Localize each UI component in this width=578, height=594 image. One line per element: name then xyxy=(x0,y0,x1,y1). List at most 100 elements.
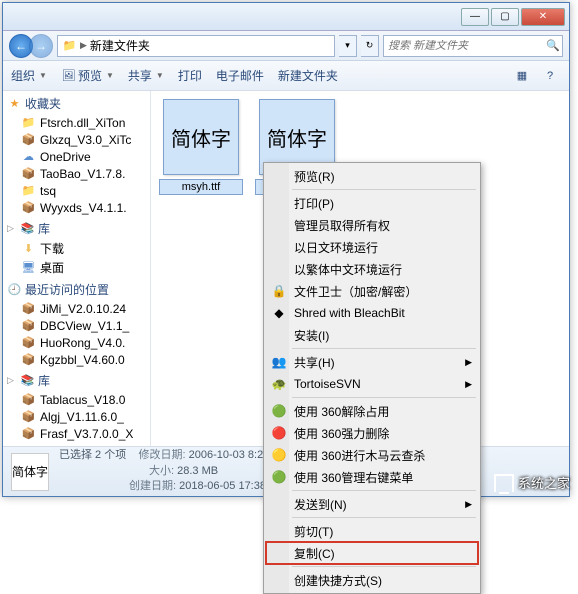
file-item[interactable]: 简体字msyh.ttf xyxy=(159,99,243,195)
menu-item-label: Shred with BleachBit xyxy=(294,306,405,320)
preview-icon: 🖼 xyxy=(61,68,76,83)
menu-item[interactable]: 安装(I) xyxy=(266,324,478,346)
archive-icon: 📦 xyxy=(21,335,36,350)
submenu-arrow-icon: ▶ xyxy=(465,379,472,390)
tree-item[interactable]: 🖥桌面 xyxy=(3,258,150,277)
onedrive-icon: ☁ xyxy=(21,149,36,164)
menu-item-icon: 🟢 xyxy=(270,468,288,486)
tree-libraries2-header[interactable]: ▷📚库 xyxy=(3,370,150,391)
tree-libraries-header[interactable]: ▷📚库 xyxy=(3,218,150,239)
search-box[interactable]: 🔍 xyxy=(383,35,563,57)
size-value: 28.3 MB xyxy=(177,465,218,477)
star-icon: ★ xyxy=(7,96,22,111)
menu-item[interactable]: 🔒文件卫士（加密/解密） xyxy=(266,280,478,302)
tree-item[interactable]: 📦TaoBao_V1.7.8. xyxy=(3,165,150,182)
menu-item[interactable]: 预览(R) xyxy=(266,165,478,187)
menu-item[interactable]: 👥共享(H)▶ xyxy=(266,351,478,373)
address-bar: ← → 📁 ▶ 新建文件夹 ▾ ↻ 🔍 xyxy=(3,31,569,61)
window-titlebar: — ▢ ✕ xyxy=(3,3,569,31)
desktop-icon: 🖥 xyxy=(21,260,36,275)
menu-item[interactable]: 🐢 TortoiseSVN ▶ xyxy=(266,373,478,395)
menu-item[interactable]: 剪切(T) xyxy=(266,520,478,542)
menu-item-label: 使用 360进行木马云查杀 xyxy=(294,447,425,464)
breadcrumb[interactable]: 📁 ▶ 新建文件夹 xyxy=(57,35,335,57)
view-options-button[interactable]: ▦ xyxy=(511,66,533,86)
tree-item[interactable]: 📁tsq xyxy=(3,182,150,199)
tree-item[interactable]: 📦JiMi_V2.0.10.24 xyxy=(3,300,150,317)
tree-item[interactable]: 📦HuoRong_V4.0. xyxy=(3,334,150,351)
newfolder-button[interactable]: 新建文件夹 xyxy=(278,67,338,84)
tree-item[interactable]: ⬇下载 xyxy=(3,239,150,258)
folder-icon: 📁 xyxy=(21,183,36,198)
minimize-button[interactable]: — xyxy=(461,8,489,26)
archive-icon: 📦 xyxy=(21,132,36,147)
tree-item[interactable]: 📦Glxzq_V3.0_XiTc xyxy=(3,131,150,148)
tree-item[interactable]: 📦Algj_V1.11.6.0_ xyxy=(3,408,150,425)
menu-item-label: TortoiseSVN xyxy=(294,377,361,391)
search-input[interactable] xyxy=(384,40,544,52)
refresh-button[interactable]: ↻ xyxy=(361,35,379,57)
tree-item[interactable]: 📁Ftsrch.dll_XiTon xyxy=(3,114,150,131)
menu-item-label: 以日文环境运行 xyxy=(294,239,378,256)
recent-icon: 🕘 xyxy=(7,282,22,297)
menu-item-icon: 🟡 xyxy=(270,446,288,464)
library-icon: 📚 xyxy=(20,373,35,388)
menu-separator xyxy=(292,348,476,349)
menu-item-label: 复制(C) xyxy=(294,545,335,562)
navigation-tree[interactable]: ★收藏夹 📁Ftsrch.dll_XiTon 📦Glxzq_V3.0_XiTc … xyxy=(3,91,151,446)
archive-icon: 📦 xyxy=(21,318,36,333)
menu-item-icon: 🟢 xyxy=(270,402,288,420)
menu-item-icon: 🐢 xyxy=(270,375,288,393)
tree-item[interactable]: ☁OneDrive xyxy=(3,148,150,165)
tree-recent-header[interactable]: 🕘最近访问的位置 xyxy=(3,279,150,300)
expand-icon[interactable]: ▷ xyxy=(7,375,17,386)
menu-item-label: 使用 360管理右键菜单 xyxy=(294,469,413,486)
menu-item[interactable]: 🟢 使用 360管理右键菜单 xyxy=(266,466,478,488)
path-dropdown-button[interactable]: ▾ xyxy=(339,35,357,57)
share-button[interactable]: 共享▼ xyxy=(128,67,164,84)
preview-button[interactable]: 🖼预览▼ xyxy=(61,67,114,84)
tree-favorites-header[interactable]: ★收藏夹 xyxy=(3,93,150,114)
search-icon: 🔍 xyxy=(544,39,562,52)
organize-menu[interactable]: 组织▼ xyxy=(11,67,47,84)
submenu-arrow-icon: ▶ xyxy=(465,499,472,510)
menu-item[interactable]: 以繁体中文环境运行 xyxy=(266,258,478,280)
menu-item[interactable]: 发送到(N) ▶ xyxy=(266,493,478,515)
tree-item[interactable]: 📦Tablacus_V18.0 xyxy=(3,391,150,408)
menu-item[interactable]: ◆Shred with BleachBit xyxy=(266,302,478,324)
help-button[interactable]: ? xyxy=(539,66,561,86)
menu-separator xyxy=(292,397,476,398)
tree-item[interactable]: 📦Kgzbbl_V4.60.0 xyxy=(3,351,150,368)
menu-item[interactable]: 创建快捷方式(S) xyxy=(266,569,478,591)
command-bar: 组织▼ 🖼预览▼ 共享▼ 打印 电子邮件 新建文件夹 ▦ ? xyxy=(3,61,569,91)
print-button[interactable]: 打印 xyxy=(178,67,202,84)
created-value: 2018-06-05 17:38 xyxy=(179,480,266,492)
tree-item[interactable]: 📦Frasf_V3.7.0.0_X xyxy=(3,425,150,442)
menu-item[interactable]: 🔴使用 360强力删除 xyxy=(266,422,478,444)
close-button[interactable]: ✕ xyxy=(521,8,565,26)
selection-count: 已选择 2 个项 xyxy=(59,449,126,461)
menu-item[interactable]: 🟢使用 360解除占用 xyxy=(266,400,478,422)
menu-item[interactable]: 管理员取得所有权 xyxy=(266,214,478,236)
menu-item[interactable]: 复制(C) xyxy=(266,542,478,564)
tree-item[interactable]: 📦DBCView_V1.1_ xyxy=(3,317,150,334)
menu-item[interactable]: 以日文环境运行 xyxy=(266,236,478,258)
archive-icon: 📦 xyxy=(21,426,36,441)
tree-item[interactable]: 📦Wyyxds_V4.1.1. xyxy=(3,199,150,216)
menu-item-label: 发送到(N) xyxy=(294,496,347,513)
maximize-button[interactable]: ▢ xyxy=(491,8,519,26)
chevron-right-icon: ▶ xyxy=(80,40,87,51)
menu-item[interactable]: 🟡 使用 360进行木马云查杀 xyxy=(266,444,478,466)
archive-icon: 📦 xyxy=(21,166,36,181)
email-button[interactable]: 电子邮件 xyxy=(216,67,264,84)
menu-separator xyxy=(292,490,476,491)
created-label: 创建日期: xyxy=(129,480,176,492)
menu-item-icon: 👥 xyxy=(270,353,288,371)
menu-item-label: 管理员取得所有权 xyxy=(294,217,390,234)
expand-icon[interactable]: ▷ xyxy=(7,223,17,234)
nav-forward-button[interactable]: → xyxy=(29,34,53,58)
path-segment[interactable]: 新建文件夹 xyxy=(90,37,150,54)
menu-item[interactable]: 打印(P) xyxy=(266,192,478,214)
menu-separator xyxy=(292,517,476,518)
menu-item-label: 共享(H) xyxy=(294,354,335,371)
